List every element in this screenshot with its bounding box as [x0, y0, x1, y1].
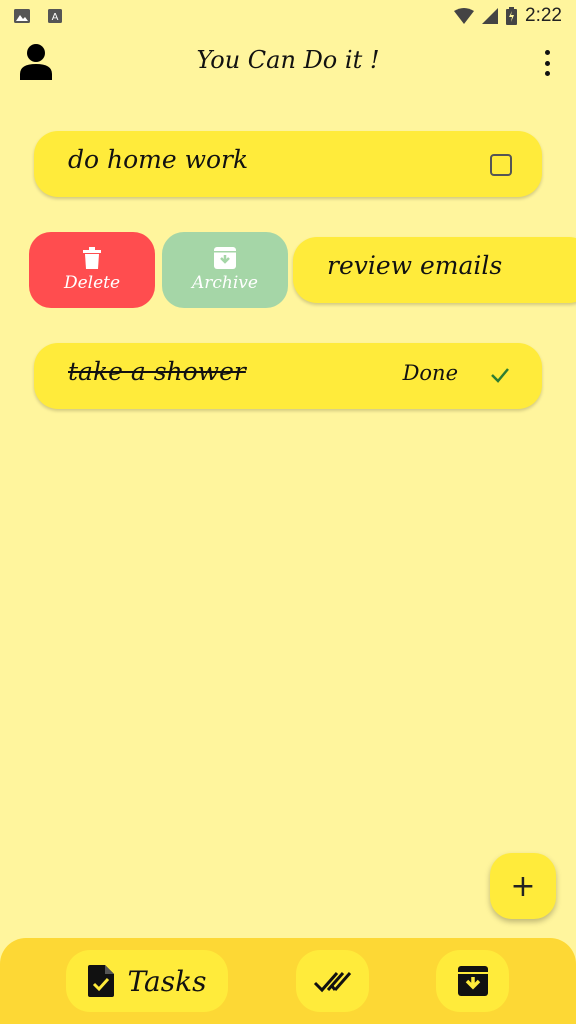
image-notification-icon: [14, 9, 30, 23]
task-text: review emails: [327, 251, 503, 280]
task-text: take a shower: [68, 357, 246, 386]
battery-icon: [506, 7, 518, 25]
nav-completed[interactable]: [296, 950, 369, 1012]
font-notification-icon: A: [48, 9, 62, 23]
task-text: do home work: [68, 145, 249, 174]
more-options-icon[interactable]: [536, 50, 558, 76]
nav-tasks[interactable]: Tasks: [66, 950, 228, 1012]
check-icon: [491, 368, 509, 383]
task-card[interactable]: do home work: [34, 131, 542, 197]
done-label: Done: [402, 361, 458, 385]
trash-icon: [83, 247, 101, 269]
task-card[interactable]: review emails: [293, 237, 576, 303]
archive-icon: [214, 247, 236, 269]
svg-text:A: A: [52, 12, 59, 23]
archive-button[interactable]: Archive: [162, 232, 288, 308]
plus-icon: +: [510, 868, 536, 904]
status-time: 2:22: [525, 5, 562, 26]
add-task-button[interactable]: +: [490, 853, 556, 919]
archive-label: Archive: [192, 273, 258, 293]
status-right: 2:22: [454, 5, 562, 27]
nav-tasks-label: Tasks: [127, 964, 207, 998]
archive-box-icon: [457, 966, 488, 996]
task-card[interactable]: take a shower Done: [34, 343, 542, 409]
delete-button[interactable]: Delete: [29, 232, 155, 308]
signal-icon: [482, 8, 499, 24]
app-bar: You Can Do it !: [0, 32, 576, 92]
bottom-nav: Tasks: [0, 938, 576, 1024]
status-left: A: [14, 9, 62, 23]
wifi-icon: [454, 8, 475, 24]
task-document-icon: [87, 965, 114, 997]
nav-archived[interactable]: [436, 950, 509, 1012]
task-checkbox[interactable]: [490, 154, 512, 176]
status-bar: A 2:22: [0, 0, 576, 32]
delete-label: Delete: [63, 273, 121, 293]
app-title: You Can Do it !: [196, 46, 380, 74]
double-check-icon: [313, 972, 351, 993]
